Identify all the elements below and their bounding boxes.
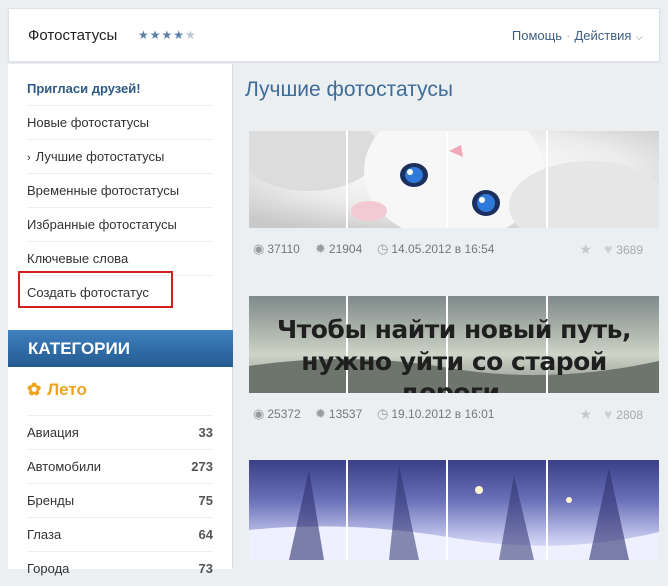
season-label: Лето xyxy=(47,380,87,399)
winter-image xyxy=(249,460,659,560)
category-row[interactable]: Бренды 75 xyxy=(27,483,213,517)
season-category[interactable]: ✿ Лето xyxy=(27,380,87,400)
category-row[interactable]: Авиация 33 xyxy=(27,415,213,449)
help-link[interactable]: Помощь xyxy=(512,28,562,43)
views-count: 25372 xyxy=(267,407,301,421)
categories-header: КАТЕГОРИИ xyxy=(8,330,233,367)
likes-count: 2808 xyxy=(616,408,643,422)
quote-line-2: нужно уйти со старой дороги. xyxy=(301,347,607,393)
kitten-image xyxy=(249,131,659,228)
photostatus-image-kitten[interactable] xyxy=(249,131,659,228)
quote-line-1: Чтобы найти новый путь, xyxy=(277,315,631,344)
star-icon[interactable]: ★ xyxy=(579,406,592,422)
eye-icon: ◉ xyxy=(253,241,265,256)
category-count: 273 xyxy=(191,459,213,474)
sidebar-item-temporary[interactable]: Временные фотостатусы xyxy=(27,174,213,208)
installs-count: 21904 xyxy=(328,242,363,256)
category-row[interactable]: Автомобили 273 xyxy=(27,449,213,483)
views-count: 37110 xyxy=(267,242,300,256)
star-icon[interactable]: ★ xyxy=(579,241,592,257)
separator: · xyxy=(566,28,571,43)
sidebar-item-favorites[interactable]: Избранные фотостатусы xyxy=(27,208,213,242)
eye-icon: ◉ xyxy=(253,406,265,421)
category-count: 64 xyxy=(198,527,213,542)
top-links: Помощь · Действия ⌵ xyxy=(512,28,643,43)
highlight-frame xyxy=(18,271,173,308)
category-name: Глаза xyxy=(27,527,62,542)
gear-icon: ✹ xyxy=(315,406,326,421)
photostatus-image-quote[interactable]: Чтобы найти новый путь, нужно уйти со ст… xyxy=(249,296,659,393)
post-date: 14.05.2012 в 16:54 xyxy=(391,242,495,256)
heart-icon[interactable]: ♥ xyxy=(604,406,612,422)
clock-icon: ◷ xyxy=(377,241,389,256)
installs-count: 13537 xyxy=(328,407,363,421)
sidebar-item-best[interactable]: › Лучшие фотостатусы xyxy=(27,140,213,174)
page-title: Лучшие фотостатусы xyxy=(245,78,453,101)
category-row[interactable]: Глаза 64 xyxy=(27,517,213,551)
heart-icon[interactable]: ♥ xyxy=(604,241,612,257)
flower-icon: ✿ xyxy=(27,380,42,399)
category-count: 75 xyxy=(198,493,213,508)
chevron-down-icon[interactable]: ⌵ xyxy=(635,32,643,43)
post-meta: ◉ 25372 ✹ 13537 ◷ 19.10.2012 в 16:01 ★ ♥ 2808 xyxy=(249,406,659,424)
category-name: Бренды xyxy=(27,493,75,508)
rating-stars: ★★★★★ xyxy=(138,28,197,42)
clock-icon: ◷ xyxy=(377,406,389,421)
category-name: Авиация xyxy=(27,425,79,440)
invite-friends-link[interactable]: Пригласи друзей! xyxy=(27,72,213,106)
rating-empty: ★ xyxy=(185,28,197,42)
category-name: Автомобили xyxy=(27,459,102,474)
category-count: 33 xyxy=(198,425,213,440)
gear-icon: ✹ xyxy=(315,241,326,256)
post-meta: ◉ 37110 ✹ 21904 ◷ 14.05.2012 в 16:54 ★ ♥ 3689 xyxy=(249,241,659,259)
photostatus-image-winter[interactable] xyxy=(249,460,659,560)
post-date: 19.10.2012 в 16:01 xyxy=(391,407,495,421)
sidebar-item-label: Лучшие фотостатусы xyxy=(35,149,165,164)
actions-menu[interactable]: Действия xyxy=(574,28,631,43)
sidebar: Пригласи друзей! Новые фотостатусы › Лучш… xyxy=(8,64,233,576)
rating-filled: ★★★★ xyxy=(138,28,186,42)
category-count: 73 xyxy=(198,561,213,576)
app-title[interactable]: Фотостатусы xyxy=(28,27,117,44)
top-bar: Фотостатусы ★★★★★ Помощь · Действия ⌵ xyxy=(8,8,660,62)
category-row[interactable]: Города 73 xyxy=(27,551,213,585)
sidebar-item-new[interactable]: Новые фотостатусы xyxy=(27,106,213,140)
likes-count: 3689 xyxy=(616,243,643,257)
active-marker-icon: › xyxy=(27,152,31,164)
